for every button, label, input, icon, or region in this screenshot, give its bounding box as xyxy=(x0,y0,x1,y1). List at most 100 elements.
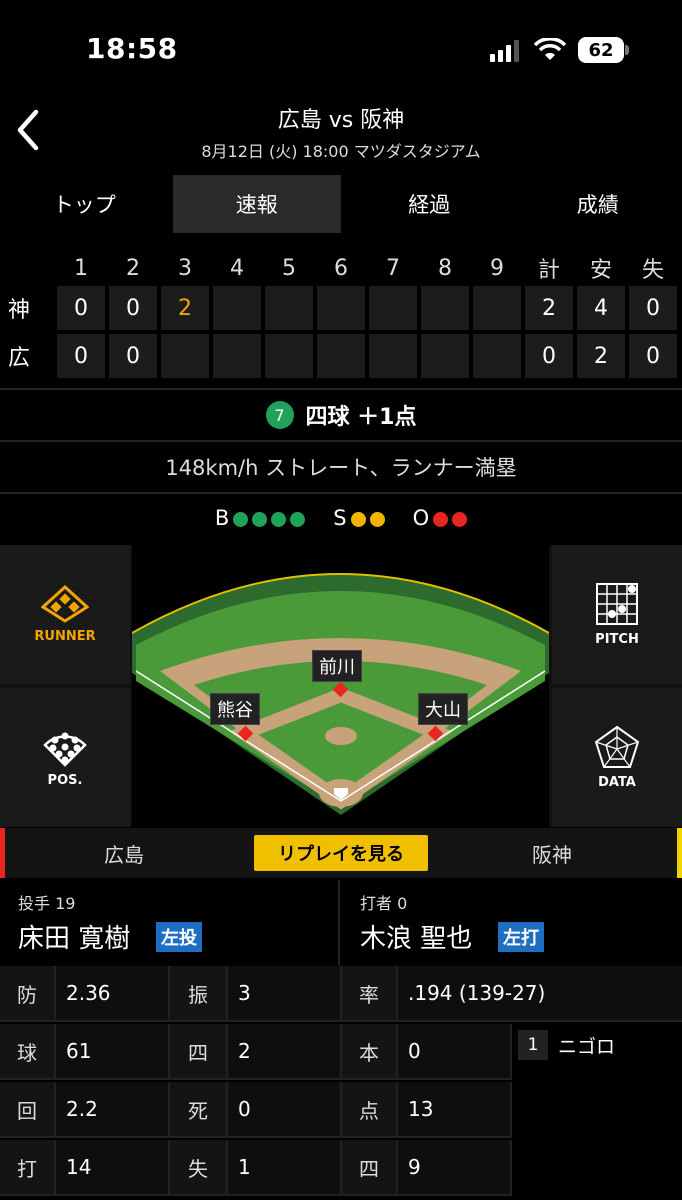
pitcher-name: 床田 寛樹 xyxy=(18,924,131,954)
scoreboard-cell xyxy=(421,286,469,330)
out-dot xyxy=(433,511,449,527)
pitcher-stat-key: 回 xyxy=(0,1082,56,1138)
scoreboard-column-header: 1 xyxy=(74,255,88,281)
batter-name: 木浪 聖也 xyxy=(360,924,473,954)
scoreboard-cell: 4 xyxy=(577,286,625,330)
pitcher-card[interactable]: 投手 19 床田 寛樹 左投 xyxy=(0,880,340,966)
scoreboard-cell xyxy=(213,334,261,378)
pitcher-stat-key: 振 xyxy=(170,966,228,1022)
pitcher-stat-value: 1 xyxy=(228,1140,342,1196)
position-icon xyxy=(43,732,87,767)
tab-top[interactable]: トップ xyxy=(0,175,169,233)
cellular-signal-icon xyxy=(490,40,519,62)
tab-progress[interactable]: 経過 xyxy=(345,175,514,233)
batter-stat-key: 本 xyxy=(342,1024,398,1080)
pitcher-stat-value: 61 xyxy=(56,1024,170,1080)
scoreboard-column-header: 失 xyxy=(641,258,664,283)
position-button[interactable]: POS. xyxy=(0,688,130,827)
scoreboard-cell xyxy=(265,334,313,378)
scoreboard-column-header: 5 xyxy=(282,255,296,281)
scoreboard-column-header: 6 xyxy=(334,255,348,281)
ball-dot xyxy=(252,511,268,527)
outs-indicator: O xyxy=(413,506,468,530)
strike-dot xyxy=(369,511,385,527)
batter-stat-value: 9 xyxy=(398,1140,512,1196)
scoreboard-cell xyxy=(161,334,209,378)
data-label: DATA xyxy=(598,775,636,790)
tab-stats[interactable]: 成績 xyxy=(514,175,682,233)
pitcher-role: 投手 19 xyxy=(18,894,76,913)
scoreboard-cell: 2 xyxy=(525,286,573,330)
batter-role: 打者 0 xyxy=(360,894,408,913)
stats-grid: 防 2.36 振 3 球 61 四 2 回 2.2 死 0 打 14 失 1 率… xyxy=(0,966,682,1200)
battery-cap xyxy=(625,45,629,55)
scoreboard-column-header: 安 xyxy=(589,258,612,283)
radar-chart-icon xyxy=(594,725,640,768)
out-dot xyxy=(452,511,468,527)
scoreboard-cell: 0 xyxy=(629,334,677,378)
pitcher-stat-value: 3 xyxy=(228,966,342,1022)
at-bat-number: 1 xyxy=(518,1030,548,1060)
scoreboard-row-hiroshima: 広00020 xyxy=(0,334,682,380)
fielder-first-base[interactable]: 大山 xyxy=(418,693,468,725)
scoreboard-cell xyxy=(369,286,417,330)
batter-hand-badge: 左打 xyxy=(498,922,544,952)
pitcher-stat-key: 失 xyxy=(170,1140,228,1196)
scoreboard-cell: 0 xyxy=(629,286,677,330)
position-label: POS. xyxy=(47,773,83,788)
scoreboard-cell xyxy=(317,286,365,330)
batter-average: .194 (139-27) xyxy=(398,966,682,1022)
pitch-button[interactable]: PITCH xyxy=(552,545,682,684)
scoreboard-column-header: 8 xyxy=(438,255,452,281)
divider xyxy=(0,388,682,390)
status-bar: 18:58 62 xyxy=(0,0,682,100)
scoreboard-column-header: 3 xyxy=(178,255,192,281)
fielder-second-base[interactable]: 前川 xyxy=(312,650,362,682)
pitcher-stat-key: 四 xyxy=(170,1024,228,1080)
at-bat-result: ニゴロ xyxy=(558,1035,616,1058)
matchup-row: 投手 19 床田 寛樹 左投 打者 0 木浪 聖也 左打 xyxy=(0,880,682,966)
scoreboard-cell xyxy=(213,286,261,330)
pitcher-stat-key: 防 xyxy=(0,966,56,1022)
runner-label: RUNNER xyxy=(34,629,96,644)
batter-stat-key: 点 xyxy=(342,1082,398,1138)
ball-dot xyxy=(290,511,306,527)
clock: 18:58 xyxy=(86,32,178,65)
ball-dot xyxy=(271,511,287,527)
scoreboard-cell: 0 xyxy=(57,334,105,378)
scoreboard-cell: 0 xyxy=(109,286,157,330)
tab-bar: トップ 速報 経過 成績 xyxy=(0,175,682,233)
scoreboard-column-header: 4 xyxy=(230,255,244,281)
pitcher-stat-value: 2.36 xyxy=(56,966,170,1022)
batter-stat-value: 13 xyxy=(398,1082,512,1138)
field-area: RUNNER POS. PITCH DATA 前川 熊谷 大山 xyxy=(0,545,682,827)
scoreboard-column-header: 計 xyxy=(537,258,560,283)
batter-card[interactable]: 打者 0 木浪 聖也 左打 xyxy=(342,880,682,966)
strike-dot xyxy=(350,511,366,527)
scoreboard-cell xyxy=(369,334,417,378)
baseball-field: 前川 熊谷 大山 xyxy=(131,545,550,827)
batter-stat-key: 四 xyxy=(342,1140,398,1196)
play-text: 四球 ＋1点 xyxy=(305,405,417,430)
scoreboard-cell: 0 xyxy=(109,334,157,378)
fielder-third-base[interactable]: 熊谷 xyxy=(210,693,260,725)
data-button[interactable]: DATA xyxy=(552,688,682,827)
pitcher-stat-value: 2.2 xyxy=(56,1082,170,1138)
scoreboard-cell: 2 xyxy=(161,286,209,330)
wifi-icon xyxy=(534,38,566,60)
scoreboard-column-header: 7 xyxy=(386,255,400,281)
scoreboard-column-header: 9 xyxy=(490,255,504,281)
play-summary: 7 四球 ＋1点 xyxy=(0,392,682,438)
home-team-stripe xyxy=(0,828,5,878)
game-subtitle: 8月12日 (火) 18:00 マツダスタジアム xyxy=(201,142,481,161)
at-bat-results: 1 ニゴロ xyxy=(512,1024,682,1200)
pitcher-stat-value: 0 xyxy=(228,1082,342,1138)
replay-button[interactable]: リプレイを見る xyxy=(254,835,428,871)
battery-icon: 62 xyxy=(578,37,624,63)
outs-label: O xyxy=(412,506,430,530)
tab-live[interactable]: 速報 xyxy=(172,175,341,233)
balls-label: B xyxy=(214,506,230,530)
runner-button[interactable]: RUNNER xyxy=(0,545,130,684)
field-diagram xyxy=(131,573,550,815)
scoreboard-cell: 2 xyxy=(577,334,625,378)
